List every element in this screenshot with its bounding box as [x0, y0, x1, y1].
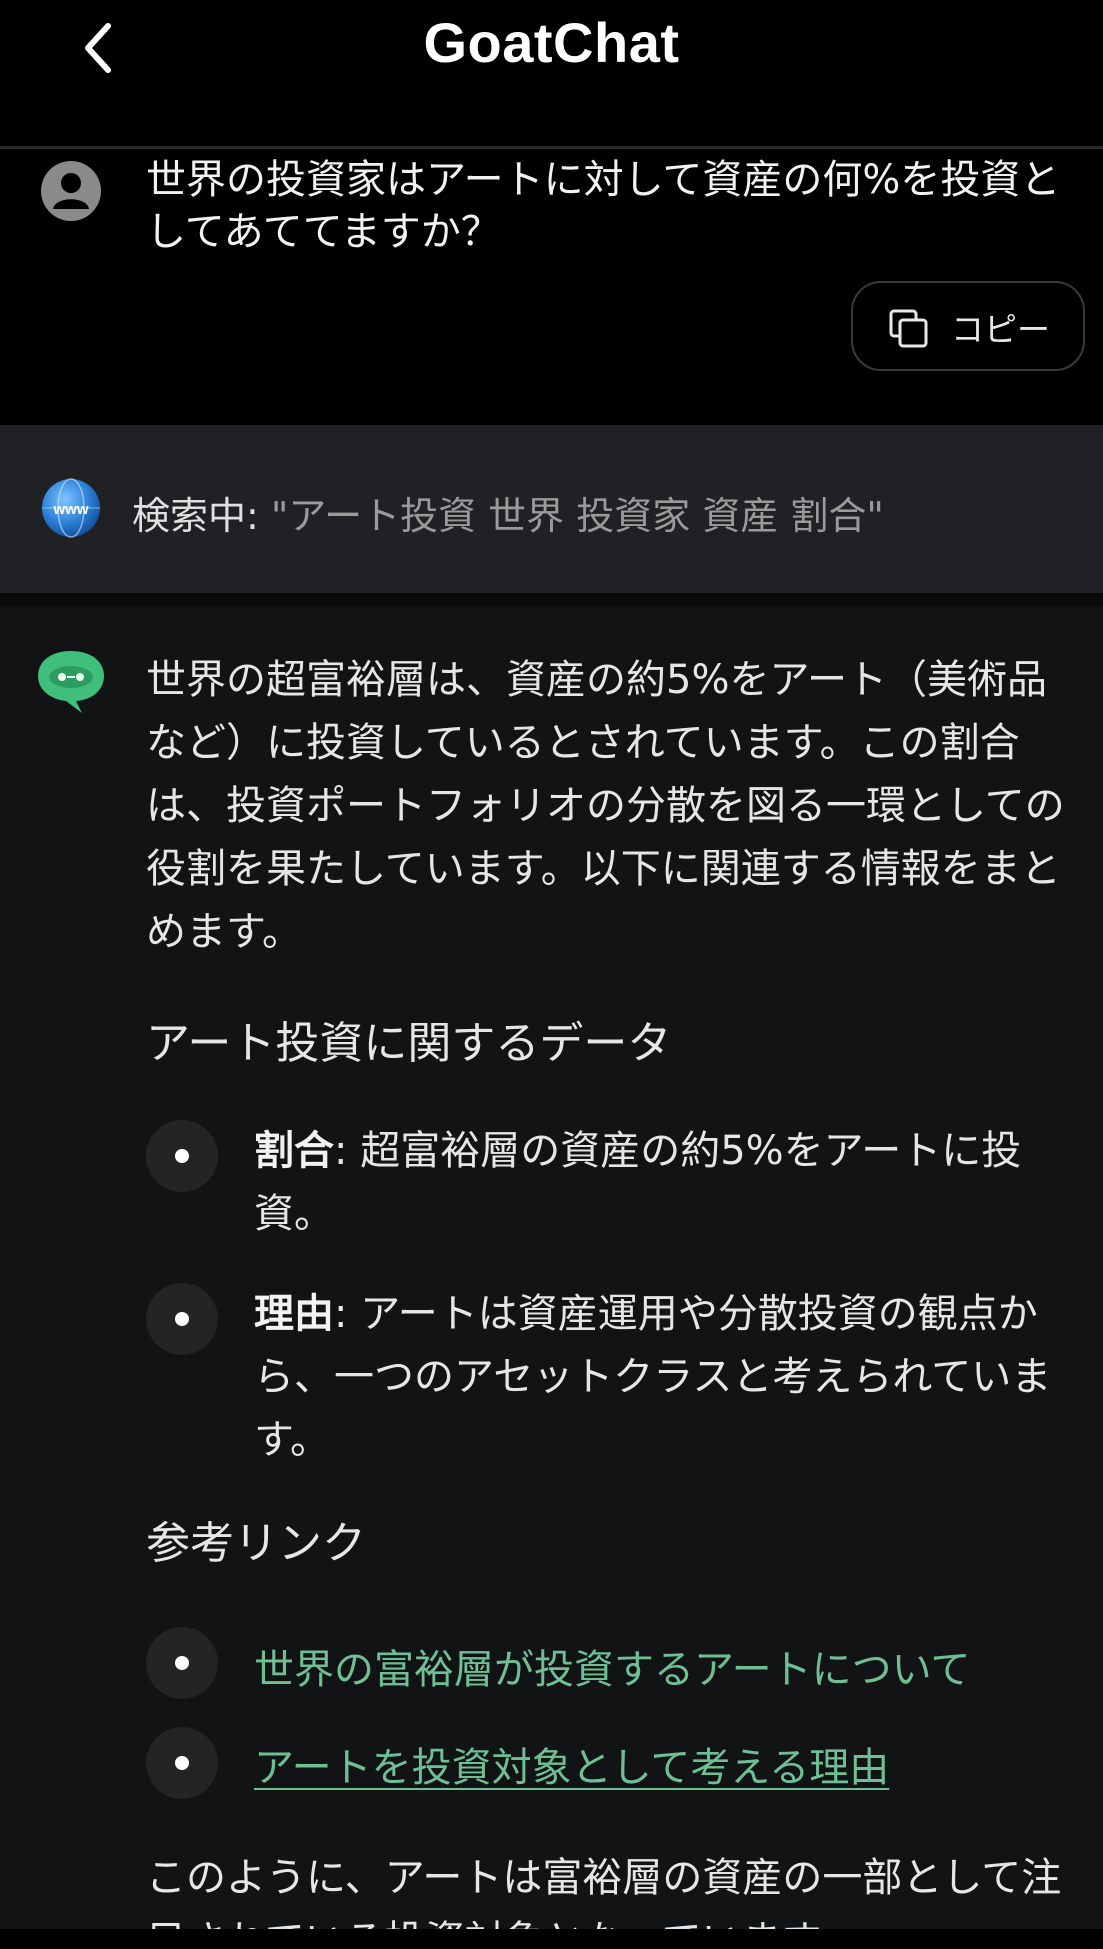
bullet-marker [146, 1627, 218, 1699]
bottom-bar [0, 1929, 1103, 1949]
heading-data: アート投資に関するデータ [146, 1018, 672, 1069]
bullet-reason: 理由: アートは資産運用や分散投資の観点から、一つのアセットクラスと考えられてい… [254, 1283, 1084, 1472]
user-message-text: 世界の投資家はアートに対して資産の何%を投資としてあててますか？ [146, 157, 1061, 255]
user-message: 世界の投資家はアートに対して資産の何%を投資としてあててますか？ コピー [0, 150, 1103, 425]
search-status: www 検索中: "アート投資 世界 投資家 資産 割合" [0, 425, 1103, 593]
section-divider [0, 593, 1103, 607]
copy-icon [889, 309, 928, 348]
copy-label: コピー [951, 310, 1050, 349]
bullet-marker [146, 1283, 218, 1355]
bullet-marker [146, 1120, 218, 1192]
heading-links: 参考リンク [146, 1518, 366, 1569]
bullet-ratio-label: 割合 [254, 1128, 334, 1174]
search-prefix: 検索中: [132, 494, 271, 538]
app-title: GoatChat [423, 11, 680, 74]
reference-link[interactable]: 世界の富裕層が投資するアートについて [254, 1637, 970, 1695]
reference-link[interactable]: アートを投資対象として考える理由 [254, 1735, 889, 1793]
bullet-ratio-text: : 超富裕層の資産の約5%をアートに投資。 [254, 1128, 1022, 1237]
header-divider [0, 146, 1103, 149]
bullet-reason-text: : アートは資産運用や分散投資の観点から、一つのアセットクラスと考えられています… [254, 1291, 1052, 1463]
bullet-ratio: 割合: 超富裕層の資産の約5%をアートに投資。 [254, 1120, 1084, 1246]
bot-avatar [34, 647, 108, 717]
search-status-text: 検索中: "アート投資 世界 投資家 資産 割合" [132, 485, 884, 540]
bullet-reason-label: 理由 [254, 1291, 334, 1337]
answer-closing: このように、アートは富裕層の資産の一部として注目されている投資対象となっています… [146, 1855, 1062, 1929]
search-query: "アート投資 世界 投資家 資産 割合" [270, 494, 884, 538]
copy-button[interactable]: コピー [851, 281, 1085, 371]
assistant-message: 世界の超富裕層は、資産の約5%をアート（美術品など）に投資しているとされています… [0, 607, 1103, 1929]
bot-avatar-icon [38, 651, 104, 713]
user-avatar-icon [41, 161, 101, 221]
globe-www-icon: www [42, 478, 100, 538]
globe-badge: www [40, 477, 102, 539]
answer-intro: 世界の超富裕層は、資産の約5%をアート（美術品など）に投資しているとされています… [146, 657, 1065, 955]
app-header: GoatChat [0, 0, 1103, 150]
user-avatar [40, 160, 102, 222]
svg-text:www: www [52, 501, 88, 518]
bullet-marker [146, 1727, 218, 1799]
